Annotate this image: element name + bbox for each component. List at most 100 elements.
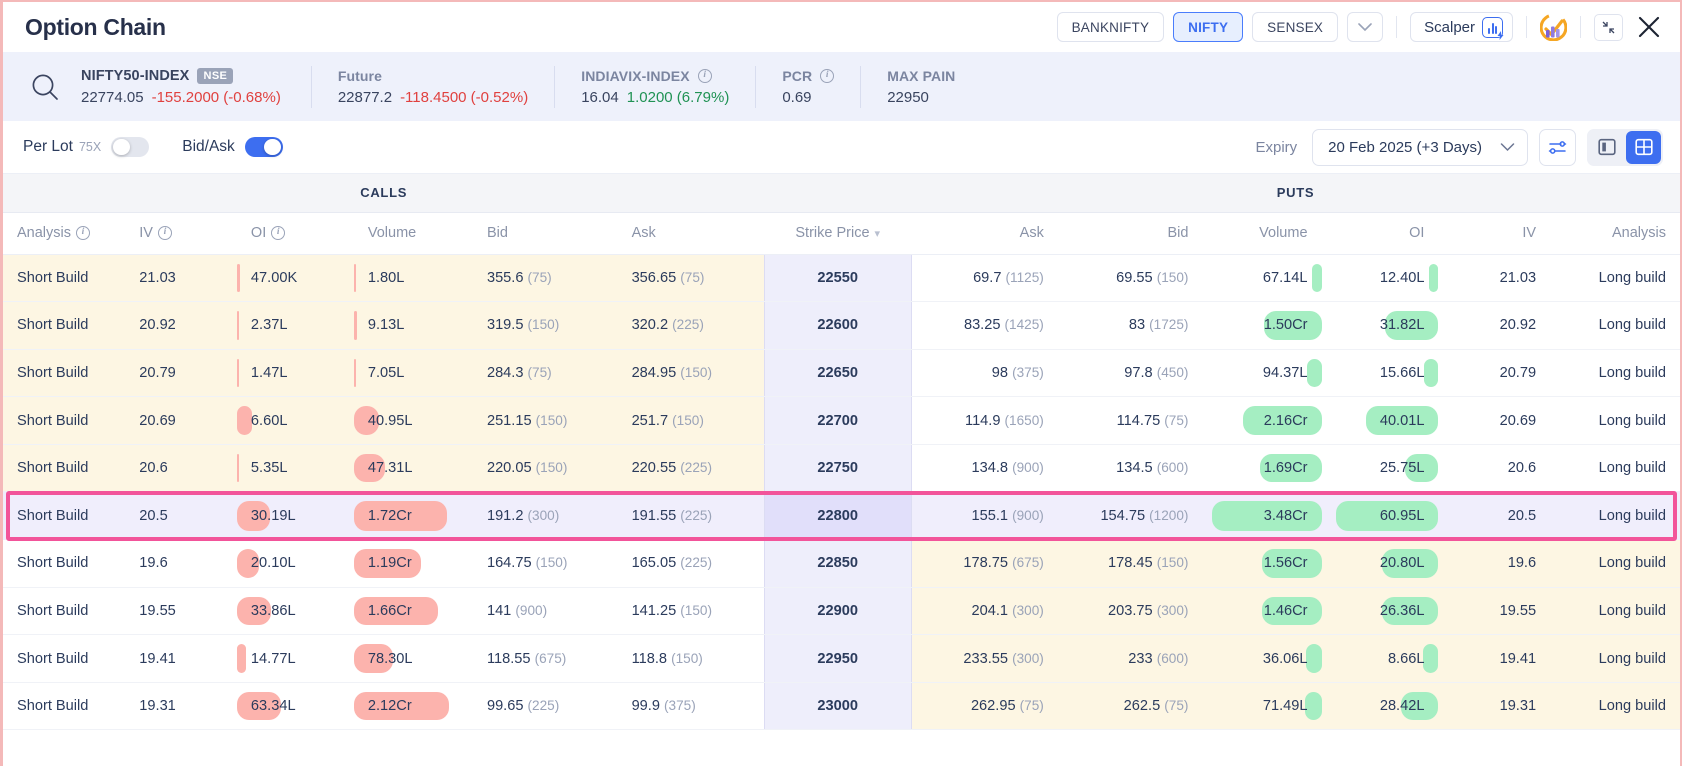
cell-put-analysis: Long build xyxy=(1550,634,1680,683)
vix-block: INDIAVIX-INDEX i 16.04 1.0200 (6.79%) xyxy=(555,64,755,110)
cell-call-volume: 1.19Cr xyxy=(353,539,473,588)
cell-call-bid: 220.05 (150) xyxy=(472,444,618,493)
cell-call-oi: 6.60L xyxy=(236,396,354,445)
chevron-down-icon xyxy=(1358,22,1372,31)
scalper-button[interactable]: Scalper xyxy=(1410,12,1513,42)
col-puts-ask[interactable]: Ask xyxy=(911,212,1058,255)
brand-logo-icon[interactable] xyxy=(1539,13,1568,41)
table-row[interactable]: Short Build 19.55 33.86L 1.66Cr 141 (900) 141… xyxy=(3,587,1680,636)
cell-put-volume: 3.48Cr xyxy=(1202,491,1322,540)
cell-call-bid: 118.55 (675) xyxy=(472,634,618,683)
cell-call-iv: 19.6 xyxy=(125,539,237,588)
col-calls-volume[interactable]: Volume xyxy=(353,212,473,255)
col-puts-volume[interactable]: Volume xyxy=(1202,212,1322,255)
cell-call-iv: 20.92 xyxy=(125,301,237,350)
col-calls-oi[interactable]: OI i xyxy=(236,212,354,255)
cell-call-oi: 20.10L xyxy=(236,539,354,588)
cell-put-ask: 114.9 (1650) xyxy=(911,396,1058,445)
table-row[interactable]: Short Build 20.5 30.19L 1.72Cr 191.2 (300) 19… xyxy=(3,491,1680,540)
cell-call-oi: 30.19L xyxy=(236,491,354,540)
table-row[interactable]: Short Build 20.69 6.60L 40.95L 251.15 (150) 2… xyxy=(3,396,1680,445)
settings-button[interactable] xyxy=(1539,128,1576,166)
expiry-select[interactable]: 20 Feb 2025 (+3 Days) xyxy=(1312,128,1528,166)
table-row[interactable]: Short Build 20.79 1.47L 7.05L 284.3 (75) 284.… xyxy=(3,349,1680,398)
max-pain-label: MAX PAIN xyxy=(887,67,956,84)
table-row[interactable]: Short Build 19.6 20.10L 1.19Cr 164.75 (150) 1… xyxy=(3,539,1680,588)
calls-group-header: CALLS xyxy=(3,174,765,213)
cell-put-bid: 69.55 (150) xyxy=(1057,254,1203,303)
cell-put-iv: 21.03 xyxy=(1438,254,1551,303)
table-row[interactable]: Short Build 20.6 5.35L 47.31L 220.05 (150) 22… xyxy=(3,444,1680,493)
cell-put-iv: 19.6 xyxy=(1438,539,1551,588)
col-label: Analysis xyxy=(17,225,71,241)
expand-button[interactable] xyxy=(1594,13,1623,41)
cell-put-bid: 233 (600) xyxy=(1057,634,1203,683)
control-bar: Per Lot 75X Bid/Ask Expiry 20 Feb 2025 (… xyxy=(3,121,1680,174)
cell-call-ask: 220.55 (225) xyxy=(617,444,765,493)
cell-put-oi: 31.82L xyxy=(1321,301,1439,350)
pcr-header: PCR i xyxy=(782,68,835,84)
cell-put-ask: 69.7 (1125) xyxy=(911,254,1058,303)
col-puts-bid[interactable]: Bid xyxy=(1057,212,1203,255)
instrument-block[interactable]: NIFTY50-INDEX NSE 22774.05 -155.2000 (-0… xyxy=(71,64,311,110)
col-calls-ask[interactable]: Ask xyxy=(617,212,765,255)
info-icon[interactable]: i xyxy=(271,226,286,240)
col-puts-analysis[interactable]: Analysis xyxy=(1550,212,1680,255)
cell-put-analysis: Long build xyxy=(1550,444,1680,493)
cell-call-iv: 19.31 xyxy=(125,682,237,731)
cell-call-bid: 319.5 (150) xyxy=(472,301,618,350)
cell-put-bid: 262.5 (75) xyxy=(1057,682,1203,731)
col-calls-iv[interactable]: IV i xyxy=(125,212,237,255)
sliders-icon xyxy=(1548,140,1567,154)
table-row[interactable]: Short Build 21.03 47.00K 1.80L 355.6 (75) 356… xyxy=(3,254,1680,303)
cell-put-oi: 20.80L xyxy=(1321,539,1439,588)
cell-put-ask: 98 (375) xyxy=(911,349,1058,398)
info-icon[interactable]: i xyxy=(820,68,835,83)
table-row[interactable]: Short Build 19.41 14.77L 78.30L 118.55 (675)… xyxy=(3,634,1680,683)
info-icon[interactable]: i xyxy=(157,226,172,240)
tab-banknifty[interactable]: BANKNIFTY xyxy=(1056,12,1165,42)
cell-put-ask: 155.1 (900) xyxy=(911,491,1058,540)
vix-label: INDIAVIX-INDEX xyxy=(581,67,690,84)
cell-call-analysis: Short Build xyxy=(3,491,126,540)
col-puts-oi[interactable]: OI xyxy=(1321,212,1439,255)
info-icon[interactable]: i xyxy=(697,68,712,83)
cell-call-bid: 164.75 (150) xyxy=(472,539,618,588)
col-strike-price[interactable]: Strike Price ▾ xyxy=(764,212,912,255)
pcr-value: 0.69 xyxy=(782,88,812,106)
info-icon[interactable]: i xyxy=(76,226,90,240)
cell-call-analysis: Short Build xyxy=(3,682,126,731)
tab-nifty[interactable]: NIFTY xyxy=(1173,12,1244,42)
option-chain-table-wrap[interactable]: CALLS PUTS Analysis i IV i OI i Volume Bid xyxy=(3,174,1680,766)
cell-put-analysis: Long build xyxy=(1550,539,1680,588)
cell-put-ask: 134.8 (900) xyxy=(911,444,1058,493)
cell-put-iv: 20.6 xyxy=(1438,444,1551,493)
per-lot-switch[interactable] xyxy=(111,137,150,157)
cell-put-iv: 19.55 xyxy=(1438,587,1551,636)
close-button[interactable] xyxy=(1632,10,1666,44)
instrument-name: NIFTY50-INDEX xyxy=(81,67,190,84)
cell-put-volume: 1.46Cr xyxy=(1202,587,1322,636)
table-row[interactable]: Short Build 20.92 2.37L 9.13L 319.5 (150) 320… xyxy=(3,301,1680,350)
search-button[interactable] xyxy=(19,71,71,103)
col-calls-bid[interactable]: Bid xyxy=(472,212,618,255)
cell-call-ask: 284.95 (150) xyxy=(617,349,765,398)
max-pain-block: MAX PAIN 22950 xyxy=(861,64,981,110)
table-row[interactable]: Short Build 19.31 63.34L 2.12Cr 99.65 (225) 9… xyxy=(3,682,1680,731)
cell-strike-price: 22750 xyxy=(763,444,912,493)
col-puts-iv[interactable]: IV xyxy=(1438,212,1551,255)
max-pain-value: 22950 xyxy=(887,88,929,106)
future-label: Future xyxy=(337,67,382,84)
search-icon xyxy=(32,74,58,100)
future-change: -118.4500 (-0.52%) xyxy=(400,88,529,106)
divider xyxy=(1526,16,1527,38)
view-grid-button[interactable] xyxy=(1626,130,1661,164)
cell-put-volume: 2.16Cr xyxy=(1202,396,1322,445)
more-indices-dropdown[interactable] xyxy=(1347,12,1384,42)
view-split-button[interactable] xyxy=(1589,131,1624,164)
control-bar-right: Expiry 20 Feb 2025 (+3 Days) xyxy=(1255,128,1663,166)
col-calls-analysis[interactable]: Analysis i xyxy=(3,212,126,255)
tab-sensex[interactable]: SENSEX xyxy=(1252,12,1339,42)
sort-arrow-icon[interactable]: ▾ xyxy=(875,227,881,240)
bid-ask-switch[interactable] xyxy=(244,137,283,157)
